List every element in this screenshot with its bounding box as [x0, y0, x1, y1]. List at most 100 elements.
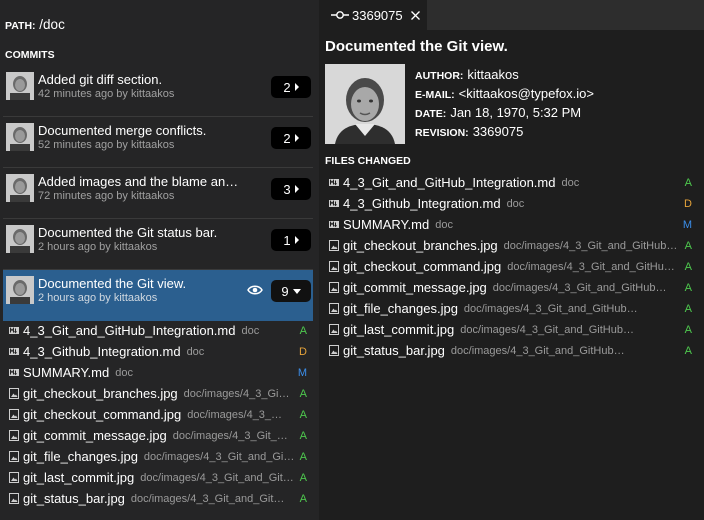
file-name: git_checkout_command.jpg [23, 407, 182, 422]
file-item[interactable]: git_status_bar.jpg doc/images/4_3_Git_an… [0, 488, 319, 509]
file-name: 4_3_Git_and_GitHub_Integration.md [343, 175, 556, 190]
file-item[interactable]: 4_3_Github_Integration.md doc D [0, 341, 319, 362]
file-count-badge[interactable]: 9 [271, 280, 311, 302]
file-item[interactable]: git_last_commit.jpg doc/images/4_3_Git_a… [0, 467, 319, 488]
file-path: doc [506, 197, 525, 210]
file-count-badge[interactable]: 2 [271, 76, 311, 98]
file-name: git_last_commit.jpg [23, 470, 135, 485]
image-file-icon [329, 261, 339, 272]
close-icon[interactable] [410, 10, 420, 20]
commit-item[interactable]: Documented merge conflicts. 52 minutes a… [3, 117, 313, 168]
markdown-icon [9, 369, 19, 376]
file-path: doc [561, 176, 580, 189]
commit-item[interactable]: Added git diff section. 42 minutes ago b… [3, 66, 313, 117]
status-modified: M [682, 218, 692, 231]
file-count: 2 [283, 130, 291, 146]
revision-label: REVISION: [415, 127, 469, 139]
file-item[interactable]: git_checkout_command.jpg doc/images/4_3_… [0, 404, 319, 425]
markdown-icon [9, 327, 19, 334]
editor-tab-bar: 3369075 [319, 0, 704, 30]
commit-meta: 2 hours ago by kittaakos [38, 292, 158, 304]
status-added: A [299, 471, 307, 484]
author-avatar [6, 225, 34, 253]
image-file-icon [329, 303, 339, 314]
image-file-icon [9, 430, 19, 441]
commit-item[interactable]: Added images and the blame an… 72 minute… [3, 168, 313, 219]
author-value: kittaakos [467, 67, 519, 82]
tab-commit-details[interactable]: 3369075 [319, 0, 427, 30]
commit-item[interactable]: Documented the Git status bar. 2 hours a… [3, 219, 313, 270]
file-item[interactable]: git_file_changes.jpg doc/images/4_3_Git_… [0, 446, 319, 467]
path-label: PATH: [5, 20, 36, 32]
image-file-icon [9, 493, 19, 504]
file-item[interactable]: SUMMARY.md doc M [0, 362, 319, 383]
file-count: 2 [283, 79, 291, 95]
commit-meta: 72 minutes ago by kittaakos [38, 190, 175, 202]
changed-file-item[interactable]: 4_3_Github_Integration.md doc D [319, 193, 704, 214]
changed-file-item[interactable]: git_checkout_command.jpg doc/images/4_3_… [319, 256, 704, 277]
commit-title: Added images and the blame an… [38, 174, 239, 189]
image-file-icon [329, 324, 339, 335]
files-changed-header: FILES CHANGED [325, 155, 411, 167]
status-added: A [684, 323, 692, 336]
changed-file-item[interactable]: 4_3_Git_and_GitHub_Integration.md doc A [319, 172, 704, 193]
changed-file-item[interactable]: git_file_changes.jpg doc/images/4_3_Git_… [319, 298, 704, 319]
git-history-panel: PATH: /doc COMMITS Added git diff sectio… [0, 0, 319, 520]
markdown-icon [9, 348, 19, 355]
commits-header: COMMITS [5, 49, 55, 61]
author-avatar [6, 174, 34, 202]
git-commit-icon [331, 11, 349, 19]
date-value: Jan 18, 1970, 5:32 PM [450, 105, 582, 120]
author-label: AUTHOR: [415, 70, 464, 82]
revision-value: 3369075 [472, 124, 524, 139]
email-line: E-MAIL: <kittaakos@typefox.io> [415, 86, 594, 101]
changed-file-item[interactable]: git_commit_message.jpg doc/images/4_3_Gi… [319, 277, 704, 298]
status-added: A [684, 281, 692, 294]
file-item[interactable]: git_checkout_branches.jpg doc/images/4_3… [0, 383, 319, 404]
commit-meta: 52 minutes ago by kittaakos [38, 139, 175, 151]
status-added: A [299, 429, 307, 442]
file-path: doc [435, 218, 453, 231]
file-path: doc/images/4_3_Git_and_GitHub_Integratio… [460, 323, 639, 336]
author-line: AUTHOR: kittaakos [415, 67, 519, 82]
file-name: 4_3_Git_and_GitHub_Integration.md [23, 323, 236, 338]
status-modified: M [297, 366, 307, 379]
status-added: A [299, 492, 307, 505]
file-count-badge[interactable]: 3 [271, 178, 311, 200]
image-file-icon [329, 282, 339, 293]
file-count-badge[interactable]: 1 [271, 229, 311, 251]
file-count: 3 [283, 181, 291, 197]
markdown-icon [329, 179, 339, 186]
changed-file-item[interactable]: git_status_bar.jpg doc/images/4_3_Git_an… [319, 340, 704, 361]
date-line: DATE: Jan 18, 1970, 5:32 PM [415, 105, 581, 120]
changed-file-item[interactable]: SUMMARY.md doc M [319, 214, 704, 235]
status-deleted: D [299, 345, 307, 358]
file-name: git_checkout_command.jpg [343, 259, 502, 274]
file-path: doc/images/4_3_Git_and_GitH… [130, 492, 291, 505]
file-path: doc [241, 324, 260, 337]
file-name: SUMMARY.md [23, 365, 110, 380]
commit-item-selected[interactable]: Documented the Git view. 2 hours ago by … [3, 270, 313, 321]
commit-detail-title: Documented the Git view. [325, 38, 508, 55]
file-name: git_commit_message.jpg [343, 280, 487, 295]
status-added: A [684, 176, 692, 189]
file-path: doc/images/4_3_Git_and_GitHub_Integrat… [463, 302, 642, 315]
file-count-badge[interactable]: 2 [271, 127, 311, 149]
status-added: A [684, 260, 692, 273]
file-name: git_checkout_branches.jpg [343, 238, 498, 253]
file-item[interactable]: git_commit_message.jpg doc/images/4_3_Gi… [0, 425, 319, 446]
file-name: git_file_changes.jpg [343, 301, 458, 316]
status-added: A [299, 387, 307, 400]
commit-meta: 2 hours ago by kittaakos [38, 241, 158, 253]
commit-meta: 42 minutes ago by kittaakos [38, 88, 175, 100]
eye-icon[interactable] [247, 284, 263, 296]
changed-file-item[interactable]: git_last_commit.jpg doc/images/4_3_Git_a… [319, 319, 704, 340]
expand-arrow-icon [294, 134, 299, 142]
changed-file-item[interactable]: git_checkout_branches.jpg doc/images/4_3… [319, 235, 704, 256]
status-added: A [299, 450, 307, 463]
collapse-arrow-icon [292, 288, 301, 294]
image-file-icon [9, 451, 19, 462]
file-item[interactable]: 4_3_Git_and_GitHub_Integration.md doc A [0, 320, 319, 341]
file-path: doc/images/4_3_Git_and_GitHub… [503, 239, 678, 252]
markdown-icon [329, 200, 339, 207]
